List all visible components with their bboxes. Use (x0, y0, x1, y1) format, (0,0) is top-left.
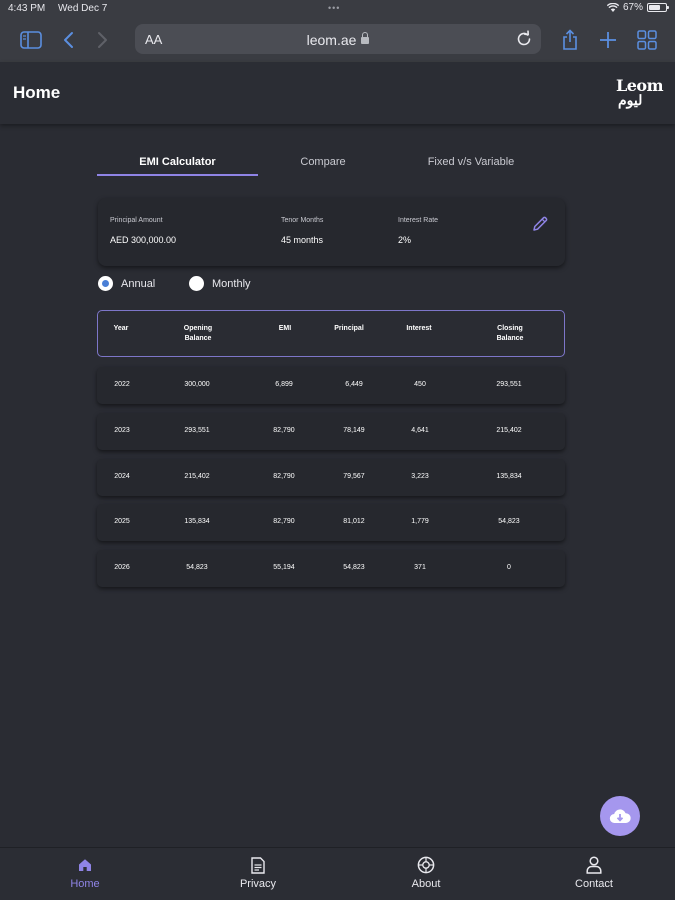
nav-home-label: Home (70, 878, 100, 890)
status-time: 4:43 PM (8, 3, 46, 14)
cell-opening-balance: 54,823 (186, 564, 208, 571)
status-date: Wed Dec 7 (58, 3, 108, 14)
app-header: Home Leom ليوم (0, 62, 675, 124)
nav-contact[interactable]: Contact (554, 856, 634, 890)
cell-principal: 79,567 (343, 473, 365, 480)
monthly-label: Monthly (212, 277, 251, 290)
radio-unselected-icon[interactable] (189, 276, 204, 291)
address-bar[interactable]: AA leom.ae (135, 24, 541, 54)
cell-interest: 4,641 (411, 427, 429, 434)
principal-label: Principal Amount (110, 217, 163, 224)
cell-year: 2024 (114, 473, 130, 480)
edit-pencil-icon[interactable] (531, 215, 549, 233)
about-icon (386, 856, 466, 874)
tenor-value: 45 months (281, 235, 324, 245)
principal-value: AED 300,000.00 (110, 235, 177, 245)
table-row: 2026 54,823 55,194 54,823 371 0 (97, 550, 565, 587)
table-row: 2022 300,000 6,899 6,449 450 293,551 (97, 367, 565, 404)
radio-selected-icon[interactable] (98, 276, 113, 291)
page-title: Home (13, 83, 61, 102)
rate-value: 2% (398, 235, 412, 245)
nav-privacy[interactable]: Privacy (218, 856, 298, 890)
rate-label: Interest Rate (398, 217, 439, 224)
tabs-overview-icon[interactable] (635, 28, 659, 52)
cell-opening-balance: 300,000 (184, 381, 210, 388)
cell-closing-balance: 135,834 (496, 473, 522, 480)
nav-privacy-label: Privacy (239, 878, 277, 890)
table-row: 2025 135,834 82,790 81,012 1,779 54,823 (97, 504, 565, 541)
share-icon[interactable] (558, 28, 582, 52)
wifi-icon (606, 3, 619, 12)
new-tab-icon[interactable] (596, 28, 620, 52)
cell-opening-balance: 215,402 (184, 473, 210, 480)
logo-text-arabic: ليوم (618, 93, 643, 109)
table-row: 2024 215,402 82,790 79,567 3,223 135,834 (97, 459, 565, 496)
cell-year: 2023 (114, 427, 130, 434)
bottom-navigation: Home Privacy About Contact (0, 847, 675, 900)
col-closing-balance: Closing Balance (496, 325, 524, 342)
cell-emi: 6,899 (275, 381, 293, 388)
lock-icon (361, 31, 370, 44)
cell-opening-balance: 135,834 (184, 518, 210, 525)
col-principal: Principal (334, 325, 364, 332)
tab-emi-calculator[interactable]: EMI Calculator (97, 156, 258, 168)
cell-interest: 1,779 (411, 518, 429, 525)
document-icon (218, 856, 298, 874)
cell-year: 2025 (114, 518, 130, 525)
cell-principal: 54,823 (343, 564, 365, 571)
table-header: Year Opening Balance EMI Principal Inter… (97, 310, 565, 357)
tab-fixed-vs-variable[interactable]: Fixed v/s Variable (407, 156, 535, 168)
back-icon[interactable] (56, 28, 80, 52)
tab-compare[interactable]: Compare (273, 156, 373, 168)
cell-closing-balance: 54,823 (498, 518, 520, 525)
annual-label: Annual (121, 277, 156, 290)
cell-principal: 81,012 (343, 518, 365, 525)
sidebar-icon[interactable] (19, 28, 43, 52)
status-bar: 4:43 PM Wed Dec 7 ••• 67% (0, 0, 675, 18)
tenor-label: Tenor Months (281, 217, 324, 224)
leom-logo[interactable]: Leom ليوم (616, 76, 664, 112)
cell-year: 2026 (114, 564, 130, 571)
person-icon (554, 856, 634, 874)
cell-emi: 82,790 (273, 518, 295, 525)
home-icon (45, 856, 125, 874)
annual-radio[interactable]: Annual (98, 276, 155, 291)
battery-percent: 67% (622, 2, 643, 13)
cell-closing-balance: 0 (507, 564, 511, 571)
cell-year: 2022 (114, 381, 130, 388)
nav-home[interactable]: Home (45, 856, 125, 890)
nav-about[interactable]: About (386, 856, 466, 890)
cell-interest: 3,223 (411, 473, 429, 480)
active-tab-indicator (97, 174, 258, 176)
cell-emi: 82,790 (273, 473, 295, 480)
loan-summary-card: Principal Amount AED 300,000.00 Tenor Mo… (98, 198, 565, 266)
nav-about-label: About (411, 878, 441, 890)
reload-icon[interactable] (515, 30, 533, 53)
cell-principal: 6,449 (345, 381, 363, 388)
col-interest: Interest (406, 325, 432, 332)
table-row: 2023 293,551 82,790 78,149 4,641 215,402 (97, 413, 565, 450)
cell-emi: 82,790 (273, 427, 295, 434)
download-cloud-button[interactable] (600, 796, 640, 836)
cell-closing-balance: 215,402 (496, 427, 522, 434)
cell-opening-balance: 293,551 (184, 427, 210, 434)
cell-interest: 450 (414, 381, 426, 388)
cell-emi: 55,194 (273, 564, 295, 571)
cell-interest: 371 (414, 564, 426, 571)
battery-icon (647, 3, 669, 12)
col-year: Year (113, 325, 129, 332)
cell-principal: 78,149 (343, 427, 365, 434)
nav-contact-label: Contact (575, 878, 613, 890)
forward-icon[interactable] (91, 28, 115, 52)
multitask-dots-icon[interactable]: ••• (328, 3, 340, 13)
url-text: leom.ae (306, 32, 357, 48)
col-emi: EMI (278, 325, 292, 332)
monthly-radio[interactable]: Monthly (189, 276, 251, 291)
browser-toolbar: AA leom.ae (0, 18, 675, 62)
cell-closing-balance: 293,551 (496, 381, 522, 388)
col-opening-balance: Opening Balance (183, 325, 213, 342)
cloud-download-icon (609, 809, 631, 824)
